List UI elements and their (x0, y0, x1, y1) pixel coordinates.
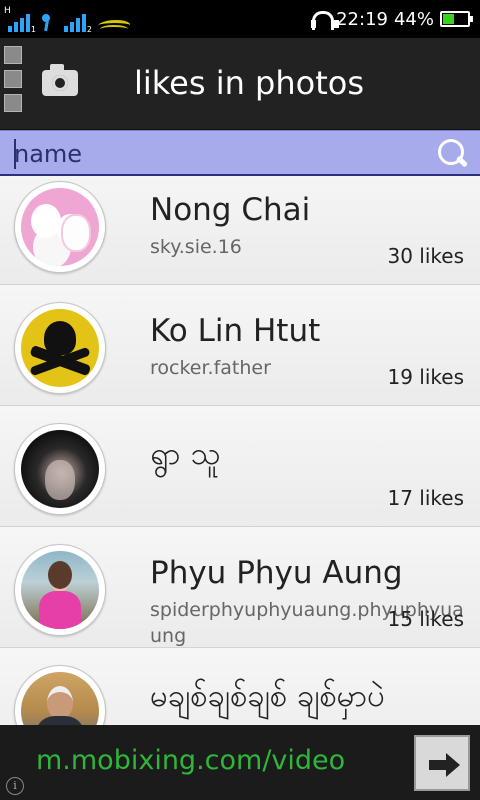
list-item[interactable]: ရွာ သူ 17 likes (0, 406, 480, 527)
friend-name: Nong Chai (150, 192, 311, 228)
search-input[interactable] (14, 135, 414, 173)
signal-icon: H 1 (4, 6, 36, 34)
avatar (14, 544, 106, 636)
teddy-bears-photo (21, 188, 99, 266)
list-item[interactable]: Phyu Phyu Aung spiderphyuphyuaung.phyuph… (0, 527, 480, 648)
list-item[interactable]: မချစ်ချစ်ချစ် ချစ်မှာပဲ (0, 648, 480, 725)
info-icon[interactable]: i (6, 777, 24, 795)
headphone-icon (310, 9, 340, 30)
carrier-icon (38, 12, 56, 32)
app-header: likes in photos (0, 38, 480, 130)
friend-name: Ko Lin Htut (150, 313, 321, 349)
profile-photo (21, 551, 99, 629)
sim2-index: 2 (86, 25, 92, 34)
status-right: 22:19 44% (310, 0, 473, 38)
skull-crossbones-photo (21, 309, 99, 387)
ad-link-text[interactable]: m.mobixing.com/video (36, 745, 345, 776)
page-title: likes in photos (134, 64, 365, 102)
list-item[interactable]: Nong Chai sky.sie.16 30 likes (0, 176, 480, 285)
camera-icon[interactable] (42, 64, 78, 96)
profile-photo (21, 672, 99, 725)
ad-banner[interactable]: m.mobixing.com/video i (0, 725, 480, 800)
status-left: H 1 2 (4, 6, 132, 34)
status-bar: H 1 2 22:19 44% (0, 0, 480, 38)
avatar (14, 665, 106, 725)
avatar (14, 302, 106, 394)
portrait-photo (21, 430, 99, 508)
battery-percent: 44% (393, 8, 434, 30)
friend-name: ရွာ သူ (150, 436, 221, 472)
battery-icon (440, 11, 473, 27)
likes-count: 15 likes (387, 607, 464, 631)
likes-count: 30 likes (387, 244, 464, 268)
battery-fill (443, 14, 455, 24)
avatar (14, 423, 106, 515)
friends-list[interactable]: Nong Chai sky.sie.16 30 likes Ko Lin Htu… (0, 176, 480, 725)
signal-icon: 2 (62, 12, 92, 34)
friend-name: Phyu Phyu Aung (150, 555, 403, 591)
friend-name: မချစ်ချစ်ချစ် ချစ်မှာပဲ (150, 678, 385, 714)
search-icon[interactable] (436, 137, 470, 171)
clock: 22:19 (336, 8, 388, 30)
wave-icon (98, 18, 132, 32)
avatar (14, 181, 106, 273)
likes-count: 17 likes (387, 486, 464, 510)
menu-icon[interactable] (4, 46, 24, 118)
search-bar (0, 130, 480, 176)
likes-count: 19 likes (387, 365, 464, 389)
sim1-index: 1 (30, 25, 36, 34)
network-type-label: H (4, 6, 11, 16)
list-item[interactable]: Ko Lin Htut rocker.father 19 likes (0, 285, 480, 406)
arrow-right-icon[interactable] (414, 735, 470, 791)
